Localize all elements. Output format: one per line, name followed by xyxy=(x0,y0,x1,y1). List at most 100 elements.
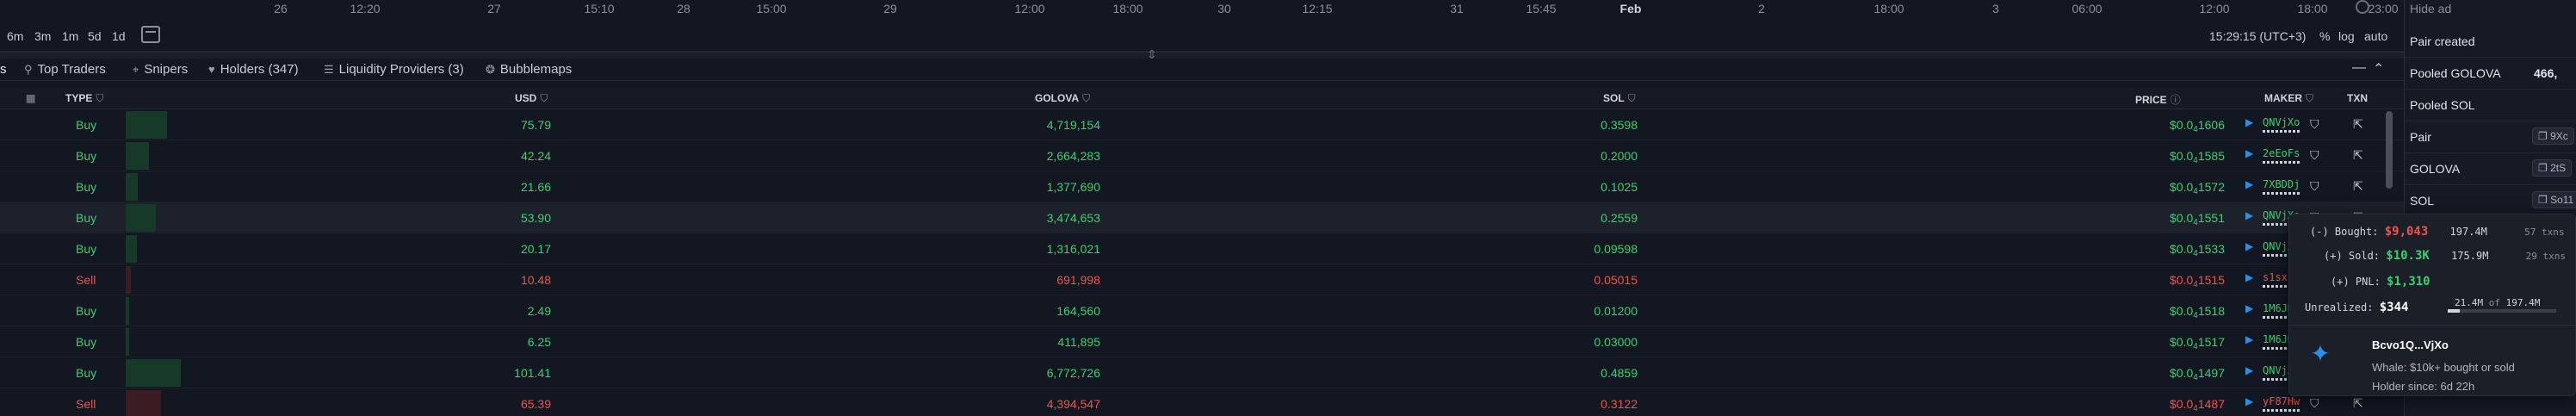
row-label: Pooled GOLOVA xyxy=(2410,66,2501,80)
golova-address-row: GOLOVA ❐ 2tS xyxy=(2405,153,2576,185)
sol-address-row: SOL ❐ So11 xyxy=(2405,185,2576,217)
table-row[interactable]: Sell 65.39 4,394,547 0.3122 $0.041487 ▶ yF87Hw… xyxy=(0,388,2404,416)
trade-price: $0.041533 xyxy=(2170,242,2225,258)
tab-liquidity-providers[interactable]: ☰ Liquidity Providers (3) xyxy=(324,62,464,77)
price-prefix: $0.0 xyxy=(2170,273,2194,287)
table-row[interactable]: Buy 101.41 6,772,726 0.4859 $0.041497 ▶ QNVjXo… xyxy=(0,357,2404,388)
trade-price: $0.041487 xyxy=(2170,397,2225,413)
maker-link[interactable]: ▶ QNVjXo xyxy=(2245,116,2300,133)
trader-icon: ▶ xyxy=(2245,333,2254,345)
col-sol-label: SOL xyxy=(1603,92,1625,104)
unrealized-label: Unrealized: xyxy=(2305,301,2374,314)
price-prefix: $0.0 xyxy=(2170,180,2194,194)
address-text: 2tS xyxy=(2550,162,2567,174)
range-1d[interactable]: 1d xyxy=(112,29,126,43)
maker-link[interactable]: ▶ yF87Hw xyxy=(2245,395,2300,412)
range-5d[interactable]: 5d xyxy=(88,29,102,43)
table-row[interactable]: Buy2.49164,5600.01200$0.041518▶1M6JKW⛉⇱ xyxy=(0,295,2404,326)
trader-icon: ▶ xyxy=(2245,240,2254,252)
log-toggle[interactable]: log xyxy=(2338,29,2355,43)
maker-link[interactable]: ▶ 2eEoFs xyxy=(2245,147,2300,164)
table-row[interactable]: Buy 75.79 4,719,154 0.3598 $0.041606 ▶ QNVjXo ⛉… xyxy=(0,109,2404,140)
gear-icon[interactable] xyxy=(2356,0,2369,14)
external-link-icon[interactable]: ⇱ xyxy=(2353,179,2363,194)
calendar-icon[interactable]: ▦ xyxy=(26,92,35,104)
trade-price: $0.041497 xyxy=(2170,366,2225,382)
trade-sol: 0.2559 xyxy=(1601,211,1638,225)
range-1m[interactable]: 1m xyxy=(62,29,78,43)
minimize-icon[interactable]: — xyxy=(2352,60,2366,76)
range-3m[interactable]: 3m xyxy=(34,29,51,43)
filter-icon[interactable]: ⛉ xyxy=(2306,92,2313,104)
tab-transactions[interactable]: s xyxy=(0,62,7,77)
tab-bubblemaps[interactable]: ❂ Bubblemaps xyxy=(486,62,572,77)
table-header: ▦ TYPE ⛉ USD ⛉ GOLOVA ⛉ SOL ⛉ PRICE ⓘ MAKER ⛉ … xyxy=(0,87,2404,109)
time-axis-label: Feb xyxy=(1619,2,1642,16)
calendar-icon[interactable] xyxy=(141,26,160,43)
scrollbar-thumb[interactable] xyxy=(2386,111,2393,189)
trade-size-bar xyxy=(126,173,138,201)
table-row[interactable]: Buy 21.66 1,377,690 0.1025 $0.041572 ▶ 7XBDDj ⛉… xyxy=(0,171,2404,202)
time-axis: 26 12:20 27 15:10 28 15:00 29 12:00 18:00 30 12:15… xyxy=(0,0,2404,17)
table-row[interactable]: Buy53.903,474,6530.2559$0.041551▶QNVjXo⛉… xyxy=(0,202,2404,233)
filter-maker-icon[interactable]: ⛉ xyxy=(2310,396,2319,411)
col-maker[interactable]: MAKER ⛉ xyxy=(2264,92,2313,105)
hide-ad-link[interactable]: Hide ad xyxy=(2410,2,2451,16)
trade-sol: 0.01200 xyxy=(1594,304,1638,318)
time-axis-label: 12:00 xyxy=(2199,2,2230,16)
range-6m[interactable]: 6m xyxy=(7,29,23,43)
external-link-icon[interactable]: ⇱ xyxy=(2353,148,2363,163)
col-usd[interactable]: USD ⛉ xyxy=(515,92,548,105)
trade-type: Sell xyxy=(76,397,96,411)
price-digits: 1572 xyxy=(2197,180,2225,194)
maker-address[interactable]: Bcvo1Q...VjXo xyxy=(2372,338,2449,351)
col-sol[interactable]: SOL ⛉ xyxy=(1603,92,1636,105)
trader-icon: ▶ xyxy=(2245,302,2254,314)
copy-address-button[interactable]: ❐ 9Xc xyxy=(2532,127,2574,145)
time-axis-label: 28 xyxy=(677,2,690,16)
table-row[interactable]: Buy6.25411,8950.03000$0.041517▶1M6JKW⛉⇱ xyxy=(0,326,2404,357)
filter-icon[interactable]: ⛉ xyxy=(96,92,103,104)
copy-address-button[interactable]: ❐ So11 xyxy=(2532,191,2576,208)
price-digits: 1515 xyxy=(2197,273,2225,287)
sold-line: (+) Sold: $10.3K 175.9M 29 txns xyxy=(2324,249,2566,263)
row-label: Pair xyxy=(2410,130,2431,144)
filter-icon[interactable]: ⛉ xyxy=(540,92,548,104)
trade-size-bar xyxy=(126,235,137,263)
filter-maker-icon[interactable]: ⛉ xyxy=(2310,117,2319,132)
filter-maker-icon[interactable]: ⛉ xyxy=(2310,179,2319,194)
copy-address-button[interactable]: ❐ 2tS xyxy=(2532,159,2573,177)
time-axis-label: 26 xyxy=(274,2,288,16)
external-link-icon[interactable]: ⇱ xyxy=(2353,396,2363,411)
table-row[interactable]: Buy 42.24 2,664,283 0.2000 $0.041585 ▶ 2eEoFs ⛉… xyxy=(0,140,2404,171)
trade-size-bar xyxy=(126,204,156,232)
maker-link[interactable]: ▶ 7XBDDj xyxy=(2245,178,2300,195)
tab-holders[interactable]: ♥ Holders (347) xyxy=(208,62,299,77)
col-type[interactable]: TYPE ⛉ xyxy=(65,92,103,105)
pnl-label: (+) PNL: xyxy=(2331,276,2381,288)
time-axis-label: 12:00 xyxy=(1014,2,1045,16)
filter-maker-icon[interactable]: ⛉ xyxy=(2310,148,2319,163)
info-icon[interactable]: ⓘ xyxy=(2170,94,2181,106)
row-value: 466, xyxy=(2534,66,2558,80)
trade-sol: 0.1025 xyxy=(1601,180,1638,194)
collapse-icon[interactable]: ⌃ xyxy=(2373,60,2384,78)
col-price[interactable]: PRICE ⓘ xyxy=(2135,92,2181,107)
percent-toggle[interactable]: % xyxy=(2319,29,2330,43)
tab-label: Snipers xyxy=(144,62,189,77)
auto-toggle[interactable]: auto xyxy=(2364,29,2387,43)
external-link-icon[interactable]: ⇱ xyxy=(2353,117,2363,132)
tab-snipers[interactable]: ⌖ Snipers xyxy=(133,62,188,77)
col-golova[interactable]: GOLOVA ⛉ xyxy=(1035,92,1090,105)
trade-size-bar xyxy=(126,359,181,387)
table-row[interactable]: Sell10.48691,9980.05015$0.041515▶s1sxkh⛉… xyxy=(0,264,2404,295)
filter-icon[interactable]: ⛉ xyxy=(1082,92,1090,104)
filter-icon[interactable]: ⛉ xyxy=(1628,92,1636,104)
table-row[interactable]: Buy 20.17 1,316,021 0.09598 $0.041533 ▶ QNVjXo… xyxy=(0,233,2404,264)
clock-label: 15:29:15 (UTC+3) xyxy=(2209,29,2307,43)
trade-type: Buy xyxy=(76,180,97,194)
tab-top-traders[interactable]: ⚲ Top Traders xyxy=(24,62,106,77)
trade-type: Buy xyxy=(76,242,97,256)
whale-description: Whale: $10k+ bought or sold xyxy=(2372,361,2515,374)
trade-usd: 75.79 xyxy=(520,118,551,132)
